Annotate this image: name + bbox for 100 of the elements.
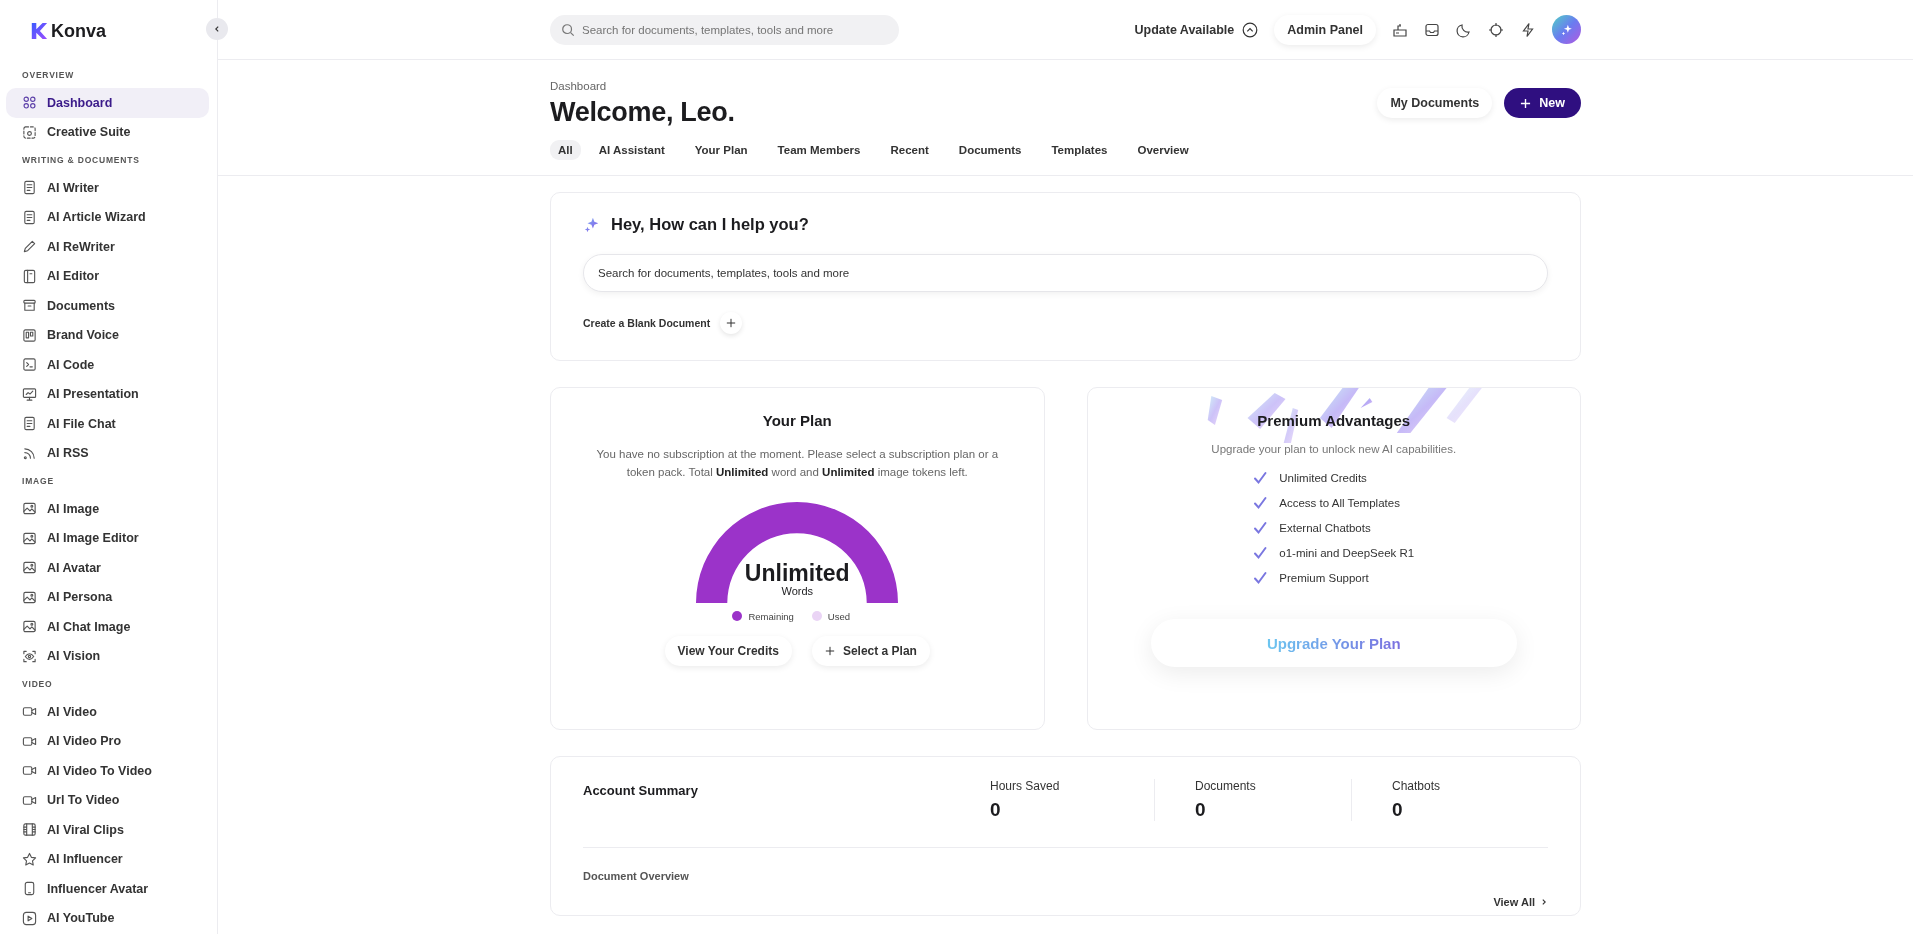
checkmark-icon	[1253, 521, 1268, 535]
plus-icon	[726, 318, 737, 328]
image-icon	[22, 530, 37, 546]
checkmark-icon	[1253, 471, 1268, 485]
stat-value: 0	[1392, 799, 1404, 821]
sidebar-item[interactable]: Url To Video	[6, 785, 209, 815]
checkmark-icon	[1253, 546, 1268, 560]
avatar[interactable]	[1552, 15, 1581, 44]
chevron-right-icon	[1540, 898, 1548, 906]
document-overview-heading: Document Overview	[583, 870, 690, 882]
chevron-up-circle-icon[interactable]	[1242, 21, 1259, 38]
image-icon	[22, 619, 37, 635]
sidebar-item[interactable]: AI Vision	[6, 641, 209, 671]
gauge-value: Unlimited	[743, 561, 851, 585]
sidebar-item[interactable]: Dashboard	[6, 88, 209, 118]
checkmark-icon	[1253, 571, 1268, 585]
feature-text: o1-mini and DeepSeek R1	[1279, 547, 1415, 559]
logo-icon	[30, 22, 48, 40]
stat-value: 0	[1195, 799, 1207, 821]
assistant-heading: Hey, How can I help you?	[611, 215, 809, 234]
lightning-icon[interactable]	[1520, 21, 1536, 38]
stat-value: 0	[990, 799, 1002, 821]
sidebar-item[interactable]: AI ReWriter	[6, 232, 209, 262]
sidebar-item[interactable]: AI Image Editor	[6, 523, 209, 553]
page-title: Welcome, Leo.	[550, 97, 735, 128]
crosshair-icon[interactable]	[1488, 21, 1504, 38]
tab[interactable]: Your Plan	[686, 140, 756, 160]
sidebar-item[interactable]: Brand Voice	[6, 320, 209, 350]
stat-label: Hours Saved	[990, 779, 1061, 793]
select-plan-button[interactable]: Select a Plan	[811, 635, 930, 666]
feature-text: Premium Support	[1279, 572, 1369, 584]
premium-subtitle: Upgrade your plan to unlock new AI capabilities.	[1211, 443, 1457, 455]
feature-text: Unlimited Credits	[1279, 472, 1367, 484]
plus-icon	[1520, 97, 1532, 109]
sidebar-item[interactable]: Creative Suite	[6, 117, 209, 147]
sidebar-item[interactable]: AI YouTube	[6, 903, 209, 933]
archive-icon	[22, 298, 37, 314]
account-summary-heading: Account Summary	[583, 783, 698, 800]
sidebar-item[interactable]: AI Influencer	[6, 844, 209, 874]
view-all-link[interactable]: View All	[1493, 896, 1548, 908]
new-button[interactable]: New	[1504, 88, 1581, 118]
tab[interactable]: AI Assistant	[590, 140, 673, 160]
moon-icon[interactable]	[1456, 21, 1472, 38]
tab[interactable]: Templates	[1043, 140, 1116, 160]
section-heading: WRITING & DOCUMENTS	[21, 154, 141, 167]
sidebar-item[interactable]: AI Video To Video	[6, 756, 209, 786]
assistant-search-field[interactable]: Search for documents, templates, tools and more	[583, 254, 1548, 292]
film-icon	[22, 822, 37, 838]
sidebar-item[interactable]: Influencer Avatar	[6, 874, 209, 904]
document-icon	[22, 180, 37, 196]
gauge-unit: Words	[780, 584, 815, 597]
rss-icon	[22, 445, 37, 461]
sidebar-item[interactable]: AI Editor	[6, 261, 209, 291]
mailbox-icon[interactable]	[1392, 21, 1408, 38]
image-icon	[22, 501, 37, 517]
breadcrumb: Dashboard	[550, 80, 608, 92]
premium-heading: Premium Advantages	[1257, 412, 1411, 429]
tab[interactable]: Recent	[882, 140, 937, 160]
admin-panel-button[interactable]: Admin Panel	[1274, 14, 1376, 45]
sidebar-item[interactable]: Documents	[6, 291, 209, 321]
image-icon	[22, 589, 37, 605]
sidebar-item[interactable]: AI Video	[6, 697, 209, 727]
checkmark-icon	[1253, 496, 1268, 510]
section-heading: VIDEO	[21, 678, 54, 691]
tab[interactable]: All	[550, 140, 581, 160]
search-field[interactable]: Search for documents, templates, tools and more	[550, 14, 899, 45]
my-documents-button[interactable]: My Documents	[1377, 88, 1493, 118]
book-icon	[22, 268, 37, 284]
tab[interactable]: Team Members	[769, 140, 869, 160]
sidebar-item[interactable]: AI File Chat	[6, 409, 209, 439]
sidebar-item[interactable]: AI Viral Clips	[6, 815, 209, 845]
feature-text: External Chatbots	[1279, 522, 1371, 534]
sidebar-item[interactable]: AI Image	[6, 494, 209, 524]
sidebar-item[interactable]: AI RSS	[6, 438, 209, 468]
section-heading: IMAGE	[21, 475, 55, 488]
grid-icon	[22, 95, 37, 111]
phone-icon	[22, 881, 37, 897]
plus-icon	[824, 645, 835, 656]
sidebar-item[interactable]: AI Video Pro	[6, 726, 209, 756]
plan-heading: Your Plan	[762, 412, 832, 429]
inbox-icon[interactable]	[1424, 21, 1440, 38]
section-heading: OVERVIEW	[21, 69, 76, 82]
sidebar-item[interactable]: AI Presentation	[6, 379, 209, 409]
sidebar-item[interactable]: AI Article Wizard	[6, 202, 209, 232]
legend-label: Used	[827, 610, 851, 622]
tab[interactable]: Overview	[1129, 140, 1197, 160]
eye-icon	[22, 648, 37, 664]
view-credits-button[interactable]: View Your Credits	[664, 635, 792, 666]
sidebar-item[interactable]: AI Writer	[6, 173, 209, 203]
chevron-left-icon	[213, 25, 221, 33]
sidebar-item[interactable]: AI Persona	[6, 582, 209, 612]
sidebar-item[interactable]: AI Avatar	[6, 553, 209, 583]
terminal-icon	[22, 357, 37, 373]
sidebar-item[interactable]: AI Chat Image	[6, 612, 209, 642]
legend-label: Remaining	[748, 610, 794, 622]
star-icon	[22, 851, 37, 867]
tab[interactable]: Documents	[950, 140, 1030, 160]
add-document-button[interactable]	[720, 312, 743, 334]
logo-text: Konva	[51, 20, 106, 42]
sidebar-item[interactable]: AI Code	[6, 350, 209, 380]
